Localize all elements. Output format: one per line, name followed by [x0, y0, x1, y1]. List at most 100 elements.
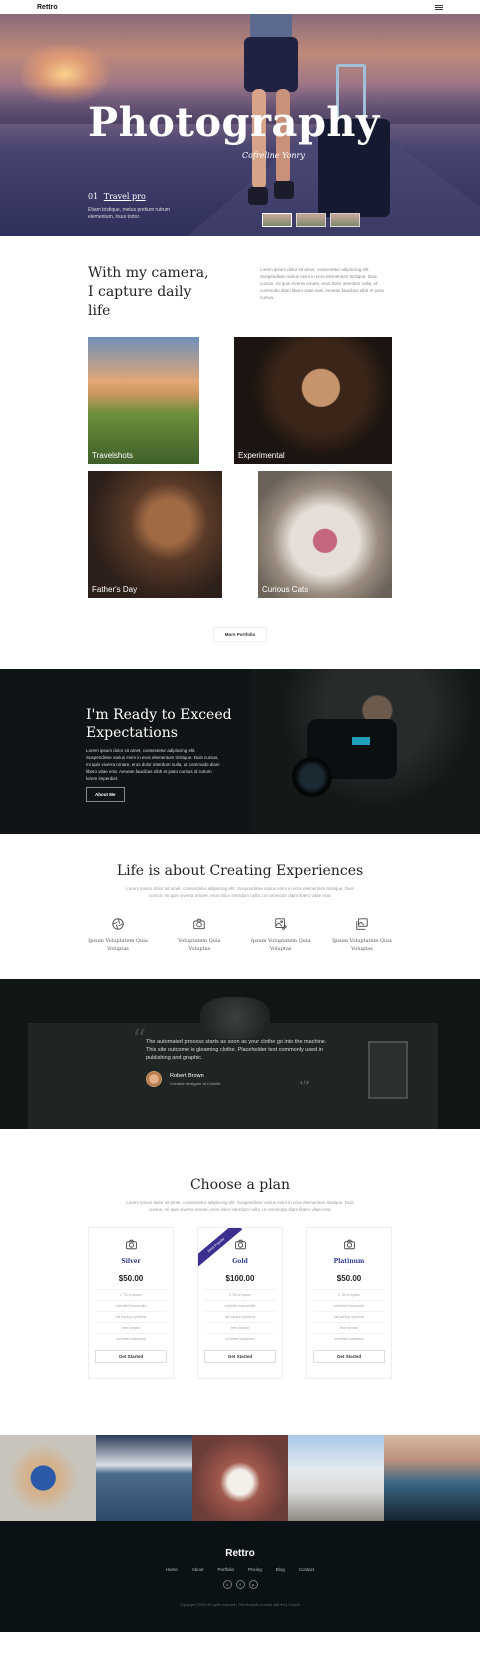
plan-feature: unlimited database	[95, 1333, 167, 1344]
strip-photo-horse[interactable]	[288, 1435, 384, 1521]
gallery-caption: Father's Day	[92, 585, 138, 594]
feature-item: Ipsum Voluptatem Quia Voluptas	[251, 917, 311, 953]
gallery-tile-fathers-day[interactable]: Father's Day	[88, 471, 222, 598]
aperture-icon	[111, 917, 125, 931]
hero-thumb[interactable]	[296, 213, 326, 227]
feature-item: Voluptatem Quia Voluptas	[169, 917, 229, 953]
intro-section: With my camera, I capture daily life Lor…	[0, 236, 480, 321]
gallery-tile-curious-cats[interactable]: Curious Cats	[258, 471, 392, 598]
feature-label: Ipsum Voluptatem Quia Voluptas	[250, 938, 311, 952]
footer-brand[interactable]: Rettro	[0, 1548, 480, 1559]
camera-icon	[125, 1238, 138, 1251]
plan-feature: 2 TB of space	[313, 1289, 385, 1300]
photographer-photo	[252, 669, 480, 834]
pricing-text: Lorem ipsum dolor sit amet, consectetur …	[126, 1200, 354, 1212]
about-section: I'm Ready to Exceed Expectations Lorem i…	[0, 669, 480, 834]
gallery-tile-travelshots[interactable]: Travelshots	[88, 337, 199, 464]
studio-lamp	[200, 997, 270, 1039]
plan-price: $50.00	[336, 1274, 362, 1283]
hero-thumb[interactable]	[330, 213, 360, 227]
feature-item: Ipsum Voluptatem Quia Voluptas	[332, 917, 392, 953]
get-started-button[interactable]: Get Started	[313, 1350, 385, 1363]
quote-icon: “	[132, 1023, 147, 1056]
menu-icon[interactable]	[435, 4, 443, 10]
hero-title: Photography	[88, 99, 380, 146]
strip-photo-bird[interactable]	[0, 1435, 96, 1521]
plan-name: Gold	[232, 1258, 248, 1265]
plan-feature: full backup systems	[204, 1311, 276, 1322]
gallery-caption: Experimental	[238, 451, 285, 460]
plan-divider: ———	[344, 1267, 354, 1271]
images-icon	[355, 917, 369, 931]
plan-feature: free domain	[204, 1322, 276, 1333]
get-started-button[interactable]: Get Started	[95, 1350, 167, 1363]
plan-feature: free domain	[313, 1322, 385, 1333]
testimonial-quote: The automated process starts as soon as …	[146, 1039, 327, 1061]
gallery-tile-experimental[interactable]: Experimental	[234, 337, 392, 464]
plan-feature: full backup systems	[95, 1311, 167, 1322]
plan-feature: 2 TB of space	[204, 1289, 276, 1300]
intro-heading: With my camera, I capture daily life	[88, 265, 209, 319]
footer-link-pricing[interactable]: Pricing	[248, 1567, 262, 1572]
social-links: t f p	[0, 1580, 480, 1589]
top-nav: Rettro	[0, 0, 480, 14]
footer: Rettro Home About Portfolio Pricing Blog…	[0, 1521, 480, 1632]
get-started-button[interactable]: Get Started	[204, 1350, 276, 1363]
strip-photo-lake[interactable]	[96, 1435, 192, 1521]
gallery-caption: Curious Cats	[262, 585, 309, 594]
feature-item: Ipsum Voluptatem Quia Voluptas	[88, 917, 148, 953]
plan-feature: full backup systems	[313, 1311, 385, 1322]
footer-link-contact[interactable]: Contact	[299, 1567, 315, 1572]
plan-feature: unlimited bandwidth	[95, 1300, 167, 1311]
footer-nav: Home About Portfolio Pricing Blog Contac…	[0, 1567, 480, 1572]
plan-price: $100.00	[225, 1274, 255, 1283]
hero-slide-number: 01	[88, 192, 99, 201]
plan-card-gold: Most Popular Gold ——— $100.00 2 TB of sp…	[197, 1227, 283, 1379]
brand-logo[interactable]: Rettro	[37, 4, 58, 11]
strip-photo-sea[interactable]	[384, 1435, 480, 1521]
pricing-section: Choose a plan Lorem ipsum dolor sit amet…	[0, 1129, 480, 1435]
hero-slide-label: 01 Travel pro	[88, 192, 146, 201]
hero-slide-link[interactable]: Travel pro	[104, 192, 146, 201]
footer-link-blog[interactable]: Blog	[276, 1567, 285, 1572]
testimonial-pager[interactable]: 1 / 2	[300, 1080, 309, 1085]
plan-feature: unlimited bandwidth	[204, 1300, 276, 1311]
pinterest-icon[interactable]: p	[248, 1580, 258, 1589]
avatar	[146, 1071, 162, 1087]
experiences-heading: Life is about Creating Experiences	[116, 863, 364, 879]
footer-link-home[interactable]: Home	[166, 1567, 178, 1572]
pricing-heading: Choose a plan	[189, 1177, 291, 1193]
camera-icon	[192, 917, 206, 931]
experiences-section: Life is about Creating Experiences Lorem…	[0, 834, 480, 979]
testimonial-role: Creative designer at Colorlib	[170, 1081, 221, 1086]
hero-signature: Cofreline Yonry	[242, 151, 305, 160]
more-portfolio-button[interactable]: More Portfolio	[212, 627, 268, 642]
camera-icon	[234, 1238, 247, 1251]
hero-thumbnails	[262, 213, 360, 227]
plan-feature: unlimited database	[313, 1333, 385, 1344]
plan-feature: unlimited database	[204, 1333, 276, 1344]
testimonial-name: Robert Brown	[170, 1073, 204, 1079]
plan-feature: unlimited bandwidth	[313, 1300, 385, 1311]
hero-thumb[interactable]	[262, 213, 292, 227]
strip-photo-cat[interactable]	[192, 1435, 288, 1521]
experiences-text: Lorem ipsum dolor sit amet, consectetur …	[126, 886, 354, 898]
feature-label: Voluptatem Quia Voluptas	[178, 938, 221, 952]
plan-card-silver: Silver ——— $50.00 2 TB of space unlimite…	[88, 1227, 174, 1379]
twitter-icon[interactable]: t	[222, 1580, 232, 1589]
facebook-icon[interactable]: f	[235, 1580, 245, 1589]
footer-link-portfolio[interactable]: Portfolio	[217, 1567, 234, 1572]
plan-name: Silver	[121, 1258, 141, 1265]
plan-price: $50.00	[118, 1274, 144, 1283]
about-text: Lorem ipsum dolor sit amet, consectetur …	[86, 748, 220, 781]
feature-label: Ipsum Voluptatem Quia Voluptas	[332, 938, 392, 952]
about-me-button[interactable]: About Me	[86, 787, 125, 802]
feature-label: Ipsum Voluptatem Quia Voluptas	[88, 938, 148, 952]
plan-feature: 2 TB of space	[95, 1289, 167, 1300]
intro-text: Lorem ipsum dolor sit amet, consectetur …	[260, 267, 385, 300]
hero-section: Photography Cofreline Yonry 01 Travel pr…	[0, 14, 480, 236]
plan-name: Platinum	[333, 1258, 365, 1265]
plan-card-platinum: Platinum ——— $50.00 2 TB of space unlimi…	[306, 1227, 392, 1379]
copyright: Copyright ©2022 All rights reserved | Th…	[180, 1603, 300, 1607]
footer-link-about[interactable]: About	[192, 1567, 204, 1572]
